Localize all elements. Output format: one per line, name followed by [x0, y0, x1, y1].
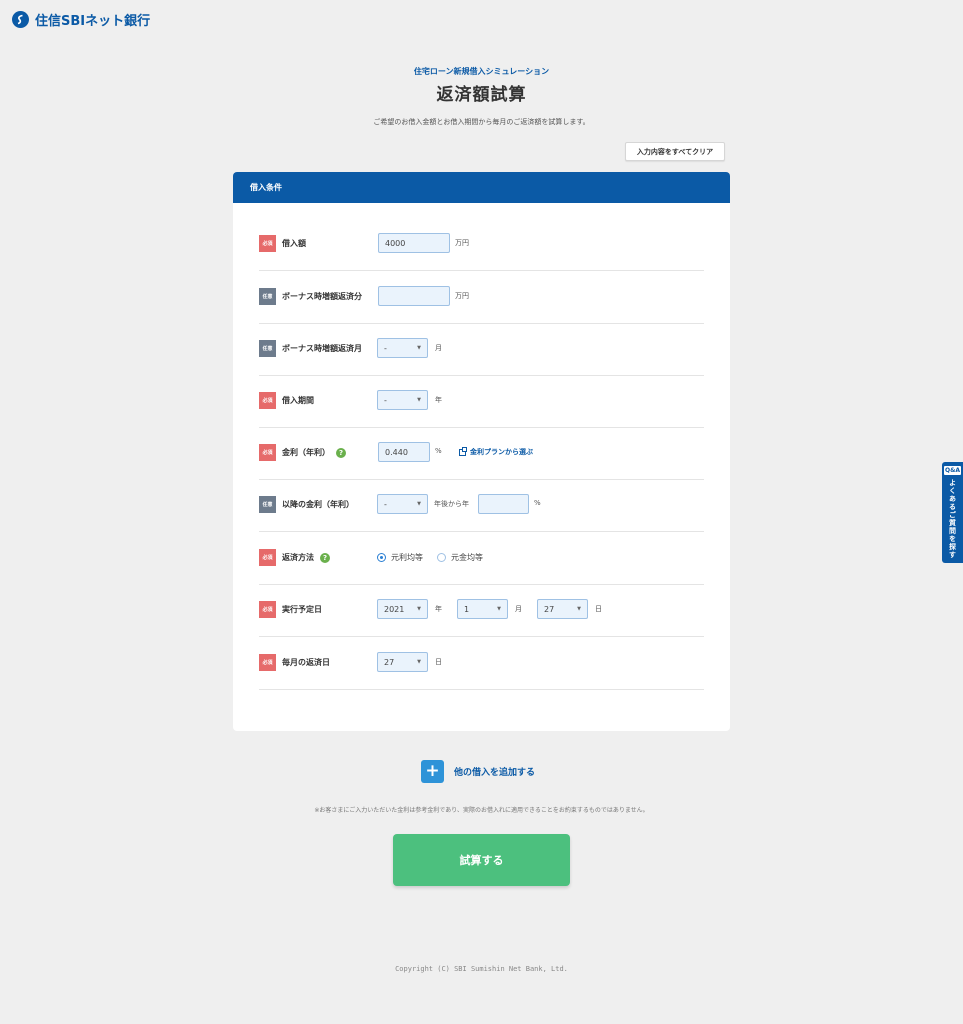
radio-equal-principal-label: 元金均等: [451, 553, 483, 562]
loan-period-value: -: [384, 395, 387, 405]
plus-icon: +: [421, 760, 444, 783]
optional-badge: 任意: [259, 496, 276, 513]
faq-side-tab-label: よくあるご質問を探す: [948, 479, 957, 559]
later-rate-year-value: -: [384, 499, 387, 509]
bonus-month-select[interactable]: - ▼: [377, 338, 428, 358]
chevron-down-icon: ▼: [417, 345, 421, 351]
radio-equal-payment[interactable]: 元利均等: [377, 552, 423, 563]
row-monthly-day: 必須 毎月の返済日 27 ▼ 日: [259, 637, 704, 690]
page-title: 返済額試算: [436, 85, 527, 105]
help-icon[interactable]: ?: [320, 552, 330, 563]
loan-period-select[interactable]: - ▼: [377, 390, 428, 410]
loan-conditions-card: 借入条件 必須 借入額 4000 万円 任意 ボーナス時増額返済分 万円 任意 …: [233, 172, 730, 731]
page-header: 住宅ローン新規借入シミュレーション 返済額試算 ご希望のお借入金額とお借入期間か…: [0, 66, 963, 127]
required-badge: 必須: [259, 549, 276, 566]
start-month-value: 1: [464, 604, 470, 614]
loan-amount-unit: 万円: [455, 239, 469, 247]
chevron-down-icon: ▼: [497, 606, 501, 612]
add-loan-label: 他の借入を追加する: [454, 768, 536, 778]
later-rate-input[interactable]: [478, 494, 529, 514]
card-title: 借入条件: [233, 172, 730, 203]
row-bonus-amount: 任意 ボーナス時増額返済分 万円: [259, 271, 704, 324]
start-year-select[interactable]: 2021 ▼: [377, 599, 428, 619]
radio-unchecked-icon: [437, 553, 446, 562]
disclaimer-note: ※お客さまにご入力いただいた金利は参考金利であり、実際のお借入れに適用できること…: [314, 807, 649, 814]
start-month-select[interactable]: 1 ▼: [457, 599, 508, 619]
loan-amount-input[interactable]: 4000: [378, 233, 450, 253]
later-rate-year-unit: 年後から年: [434, 500, 469, 508]
row-later-rate: 任意 以降の金利（年利） - ▼ 年後から年 %: [259, 479, 704, 532]
later-rate-unit: %: [534, 499, 541, 507]
faq-side-tab[interactable]: Q&A よくあるご質問を探す: [942, 462, 963, 563]
chevron-down-icon: ▼: [417, 397, 421, 403]
interest-rate-unit: %: [435, 447, 442, 455]
clear-all-button[interactable]: 入力内容をすべてクリア: [625, 142, 725, 161]
bonus-amount-label: ボーナス時増額返済分: [282, 292, 362, 301]
required-badge: 必須: [259, 654, 276, 671]
interest-rate-label: 金利（年利） ?: [282, 447, 346, 458]
monthly-day-unit: 日: [435, 658, 442, 666]
required-badge: 必須: [259, 601, 276, 618]
later-rate-label: 以降の金利（年利）: [282, 500, 354, 509]
copyright: Copyright (C) SBI Sumishin Net Bank, Ltd…: [395, 965, 568, 973]
required-badge: 必須: [259, 444, 276, 461]
start-day-select[interactable]: 27 ▼: [537, 599, 588, 619]
bonus-month-value: -: [384, 343, 387, 353]
start-year-unit: 年: [435, 605, 442, 613]
interest-rate-input[interactable]: 0.440: [378, 442, 430, 462]
chevron-down-icon: ▼: [417, 501, 421, 507]
monthly-day-label: 毎月の返済日: [282, 658, 330, 667]
page-description: ご希望のお借入金額とお借入期間から毎月のご返済額を試算します。: [373, 118, 590, 126]
row-loan-period: 必須 借入期間 - ▼ 年: [259, 375, 704, 428]
page-subtitle: 住宅ローン新規借入シミュレーション: [413, 67, 550, 76]
optional-badge: 任意: [259, 288, 276, 305]
row-loan-amount: 必須 借入額 4000 万円: [259, 218, 704, 271]
brand-logo[interactable]: 住信SBIネット銀行: [12, 10, 150, 29]
loan-amount-label: 借入額: [282, 239, 306, 248]
chevron-down-icon: ▼: [417, 659, 421, 665]
monthly-day-value: 27: [384, 657, 395, 667]
required-badge: 必須: [259, 392, 276, 409]
choose-rate-plan-text: 金利プランから選ぶ: [470, 448, 533, 456]
row-bonus-month: 任意 ボーナス時増額返済月 - ▼ 月: [259, 323, 704, 376]
bonus-amount-unit: 万円: [455, 292, 469, 300]
bonus-month-unit: 月: [435, 344, 442, 352]
brand-mark-icon: [12, 11, 29, 28]
qa-badge: Q&A: [944, 466, 961, 475]
monthly-day-select[interactable]: 27 ▼: [377, 652, 428, 672]
start-month-unit: 月: [515, 605, 522, 613]
loan-period-label: 借入期間: [282, 396, 314, 405]
bonus-month-label: ボーナス時増額返済月: [282, 344, 362, 353]
start-date-label: 実行予定日: [282, 605, 322, 614]
bonus-amount-input[interactable]: [378, 286, 450, 306]
radio-equal-principal[interactable]: 元金均等: [437, 552, 483, 563]
choose-rate-plan-link[interactable]: 金利プランから選ぶ: [459, 446, 533, 457]
row-start-date: 必須 実行予定日 2021 ▼ 年 1 ▼ 月 27 ▼ 日: [259, 584, 704, 637]
radio-checked-icon: [377, 553, 386, 562]
calculate-button[interactable]: 試算する: [393, 834, 570, 886]
start-day-unit: 日: [595, 605, 602, 613]
repayment-method-label: 返済方法 ?: [282, 552, 330, 563]
chevron-down-icon: ▼: [577, 606, 581, 612]
later-rate-year-select[interactable]: - ▼: [377, 494, 428, 514]
add-loan-button[interactable]: + 他の借入を追加する: [421, 760, 535, 783]
row-repayment-method: 必須 返済方法 ? 元利均等 元金均等: [259, 532, 704, 585]
radio-equal-payment-label: 元利均等: [391, 553, 423, 562]
row-interest-rate: 必須 金利（年利） ? 0.440 % 金利プランから選ぶ: [259, 427, 704, 480]
start-year-value: 2021: [384, 604, 405, 614]
external-window-icon: [459, 446, 467, 456]
chevron-down-icon: ▼: [417, 606, 421, 612]
brand-name: 住信SBIネット銀行: [35, 14, 151, 29]
loan-period-unit: 年: [435, 396, 442, 404]
help-icon[interactable]: ?: [336, 447, 346, 458]
required-badge: 必須: [259, 235, 276, 252]
optional-badge: 任意: [259, 340, 276, 357]
start-day-value: 27: [544, 604, 555, 614]
